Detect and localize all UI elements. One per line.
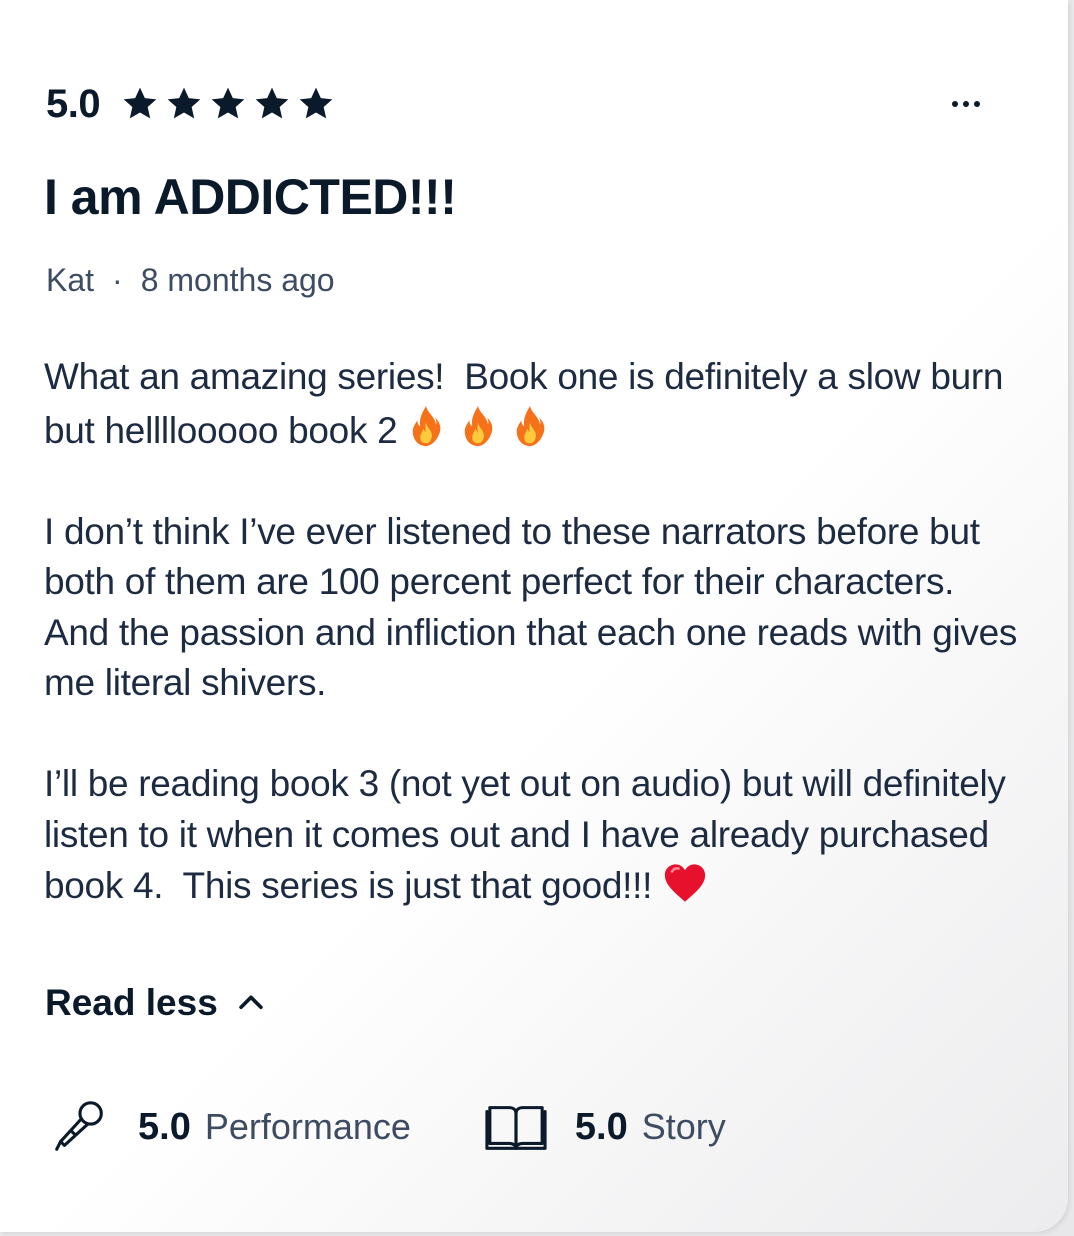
- performance-rating-value: 5.0: [138, 1105, 191, 1148]
- review-card: 5.0 I am ADDICTED!!! Kat · 8 months ago …: [0, 0, 1068, 1232]
- fire-emoji-icon: [465, 405, 493, 446]
- read-less-label: Read less: [45, 982, 218, 1023]
- performance-rating: 5.0 Performance: [48, 1096, 411, 1158]
- story-rating: 5.0 Story: [485, 1096, 726, 1158]
- fire-emojis: [403, 403, 553, 449]
- review-paragraph-text: I’ll be reading book 3 (not yet out on a…: [44, 763, 1016, 906]
- more-options-button[interactable]: [940, 86, 992, 122]
- review-date: 8 months ago: [140, 262, 335, 298]
- fire-emoji-icon: [413, 405, 441, 446]
- overall-rating: 5.0: [46, 78, 336, 130]
- star-icon: [299, 87, 333, 119]
- open-book-icon: [485, 1106, 547, 1150]
- red-heart-emoji-icon: [664, 864, 706, 902]
- sub-ratings: 5.0 Performance 5.0 Story: [48, 1096, 726, 1158]
- star-icon: [255, 87, 289, 119]
- chevron-up-icon: [239, 995, 263, 1010]
- more-options-icon: [952, 101, 958, 107]
- story-rating-value: 5.0: [574, 1105, 628, 1148]
- review-paragraph: I’ll be reading book 3 (not yet out on a…: [44, 759, 1034, 912]
- star-icon: [123, 87, 157, 119]
- fire-emoji-icon: [517, 405, 545, 446]
- review-paragraph: What an amazing series! Book one is defi…: [44, 352, 1034, 456]
- review-body: What an amazing series! Book one is defi…: [44, 352, 1034, 912]
- review-meta: Kat · 8 months ago: [46, 262, 335, 299]
- overall-rating-value: 5.0: [46, 81, 101, 126]
- star-icon: [211, 87, 245, 119]
- star-rating: [120, 84, 336, 124]
- star-icon: [167, 87, 201, 119]
- reviewer-name[interactable]: Kat: [46, 262, 94, 299]
- review-paragraph: I don’t think I’ve ever listened to thes…: [44, 510, 1028, 704]
- performance-rating-label: Performance: [204, 1106, 411, 1147]
- read-less-button[interactable]: Read less: [45, 982, 268, 1024]
- review-title: I am ADDICTED!!!: [44, 169, 457, 225]
- story-rating-label: Story: [641, 1106, 726, 1147]
- microphone-icon: [55, 1101, 103, 1151]
- meta-separator: ·: [112, 262, 123, 298]
